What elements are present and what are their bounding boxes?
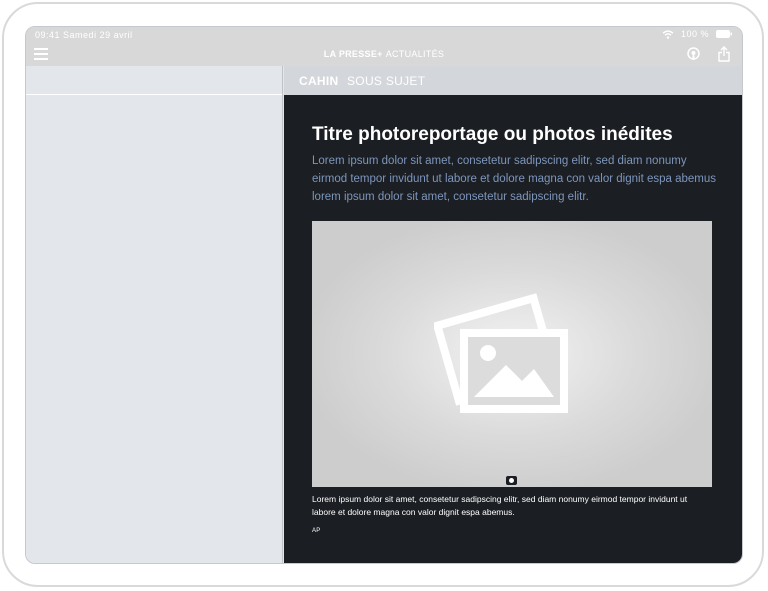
wifi-icon: [662, 29, 674, 39]
subject-label[interactable]: SOUS SUJET: [347, 74, 425, 88]
battery-icon: [716, 30, 732, 38]
article-title: Titre photoreportage ou photos inédites: [312, 124, 673, 145]
cahier-label[interactable]: CAHIN: [299, 74, 339, 88]
status-time: 09:41: [35, 30, 61, 40]
share-icon[interactable]: [718, 46, 730, 67]
camera-icon[interactable]: [506, 476, 517, 485]
section-name: ACTUALITÉS: [385, 49, 445, 59]
status-indicators: 100 %: [662, 29, 732, 39]
status-date: Samedi 29 avril: [63, 30, 133, 40]
brand-logo: LA PRESSE+: [323, 49, 383, 59]
photo-credit: AP: [312, 528, 321, 534]
battery-percent: 100 %: [680, 29, 709, 39]
article-panel: Titre photoreportage ou photos inédites …: [284, 95, 742, 563]
sidebar-divider: [26, 94, 282, 95]
photo-caption: Lorem ipsum dolor sit amet, consetetur s…: [312, 494, 688, 517]
podcast-icon[interactable]: [687, 47, 700, 66]
nav-bar: LA PRESSE+ ACTUALITÉS: [26, 43, 742, 66]
article-lede: Lorem ipsum dolor sit amet, consetetur s…: [312, 155, 717, 203]
photo-gallery-icon: [432, 289, 584, 419]
section-header: CAHIN SOUS SUJET: [284, 66, 742, 95]
sidebar-panel: [26, 66, 283, 563]
nav-title: LA PRESSE+ ACTUALITÉS: [26, 49, 742, 59]
photo-placeholder[interactable]: [312, 221, 712, 487]
app-screen: 09:41 Samedi 29 avril 100 % LA PRESSE+ A…: [25, 26, 743, 564]
status-bar: 09:41 Samedi 29 avril 100 %: [26, 27, 742, 43]
status-time-date: 09:41 Samedi 29 avril: [35, 30, 133, 40]
